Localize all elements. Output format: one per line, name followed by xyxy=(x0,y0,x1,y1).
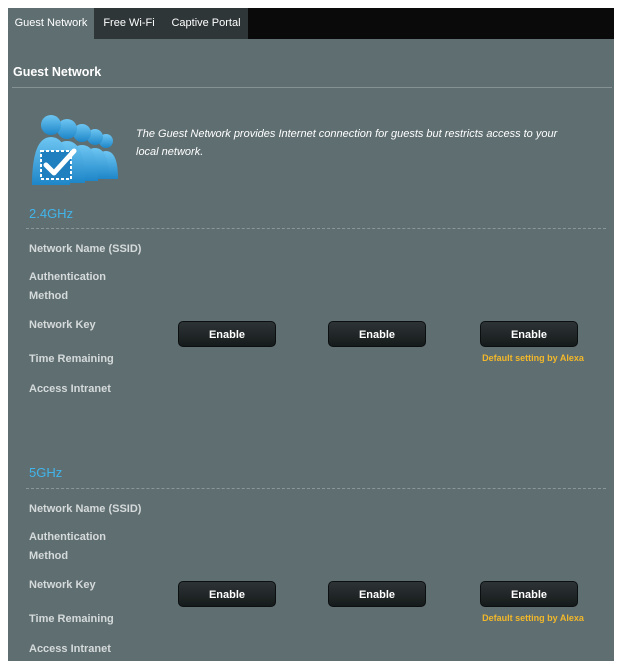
enable-button[interactable]: Enable xyxy=(480,581,578,607)
enable-button[interactable]: Enable xyxy=(178,321,276,347)
label-access-intranet: Access Intranet xyxy=(29,643,111,655)
label-time-remaining: Time Remaining xyxy=(29,353,114,365)
label-access-intranet: Access Intranet xyxy=(29,383,111,395)
enable-button[interactable]: Enable xyxy=(480,321,578,347)
tab-captive-portal[interactable]: Captive Portal xyxy=(164,8,248,39)
enable-button[interactable]: Enable xyxy=(178,581,276,607)
intro-description: The Guest Network provides Internet conn… xyxy=(136,128,558,158)
label-authentication-method: Method xyxy=(29,290,69,302)
enable-button[interactable]: Enable xyxy=(328,581,426,607)
enable-button[interactable]: Enable xyxy=(328,321,426,347)
label-network-key: Network Key xyxy=(29,579,96,591)
alexa-default-note: Default setting by Alexa xyxy=(482,613,584,623)
label-authentication: Authentication xyxy=(29,271,106,283)
band-divider xyxy=(26,228,606,229)
page-title: Guest Network xyxy=(13,65,102,79)
guest-users-checkmark-icon xyxy=(32,115,118,185)
label-authentication: Authentication xyxy=(29,531,106,543)
label-network-name: Network Name (SSID) xyxy=(29,503,142,515)
title-divider xyxy=(12,87,612,88)
label-network-key: Network Key xyxy=(29,319,96,331)
band-title-2-4ghz: 2.4GHz xyxy=(29,206,74,221)
label-time-remaining: Time Remaining xyxy=(29,613,114,625)
band-divider xyxy=(26,488,606,489)
label-authentication-method: Method xyxy=(29,550,69,562)
tab-bar: Guest Network Free Wi-Fi Captive Portal xyxy=(8,8,614,39)
band-title-5ghz: 5GHz xyxy=(29,465,63,480)
alexa-default-note: Default setting by Alexa xyxy=(482,353,584,363)
tab-free-wifi[interactable]: Free Wi-Fi xyxy=(94,8,164,39)
guest-network-panel: Guest Network Free Wi-Fi Captive Portal … xyxy=(8,8,614,661)
label-network-name: Network Name (SSID) xyxy=(29,243,142,255)
tab-guest-network[interactable]: Guest Network xyxy=(8,8,94,39)
